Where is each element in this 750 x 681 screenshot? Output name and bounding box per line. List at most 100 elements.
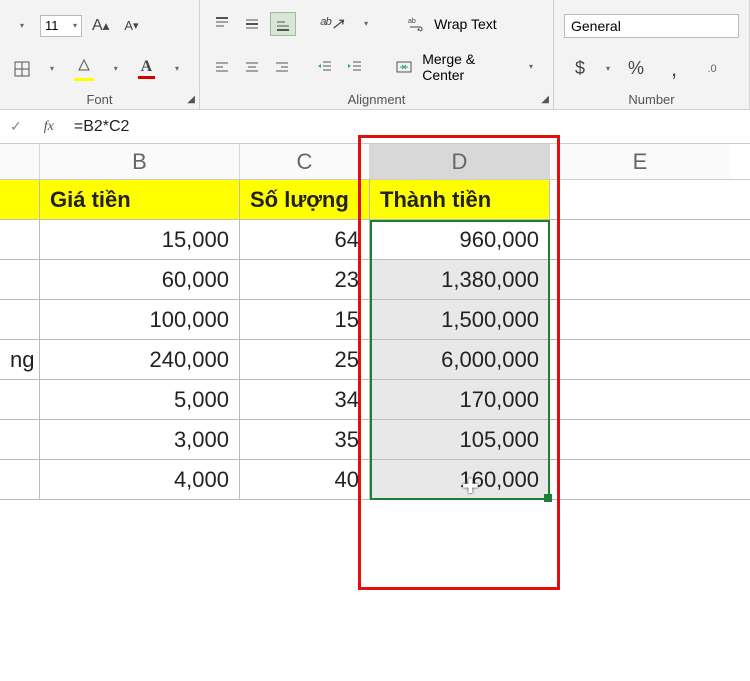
cell-A6[interactable] — [0, 380, 40, 419]
cell-C5[interactable]: 25 — [240, 340, 370, 379]
cell-D3[interactable]: 1,380,000 — [370, 260, 550, 299]
table-row: 100,000 15 1,500,000 — [0, 300, 750, 340]
col-header-A[interactable] — [0, 144, 40, 179]
chevron-down-icon: ▾ — [73, 21, 77, 30]
fx-icon[interactable]: fx — [32, 119, 66, 135]
cell-B6[interactable]: 5,000 — [40, 380, 240, 419]
cell-E3[interactable] — [550, 260, 730, 299]
cell-E4[interactable] — [550, 300, 730, 339]
cell-B5[interactable]: 240,000 — [40, 340, 240, 379]
cell-B1[interactable]: Giá tiền — [40, 180, 240, 219]
svg-text:ab: ab — [408, 18, 416, 25]
orientation-dropdown[interactable]: ▾ — [354, 12, 378, 36]
align-top-button[interactable] — [210, 12, 234, 36]
ribbon-group-number: General $ ▾ % , .0 Number — [554, 0, 750, 109]
align-bottom-button[interactable] — [270, 12, 296, 36]
cell-B8[interactable]: 4,000 — [40, 460, 240, 499]
merge-center-button[interactable] — [392, 55, 416, 79]
cell-E7[interactable] — [550, 420, 730, 459]
fill-color-dropdown[interactable]: ▾ — [104, 57, 128, 81]
cell-D2[interactable]: 960,000 — [370, 220, 550, 259]
font-color-dropdown[interactable]: ▾ — [165, 57, 189, 81]
col-header-D[interactable]: D — [370, 144, 550, 179]
percent-format-button[interactable]: % — [624, 57, 648, 81]
column-headers-row: B C D E — [0, 144, 750, 180]
cell-D8[interactable]: 160,000 — [370, 460, 550, 499]
formula-input[interactable]: =B2*C2 — [66, 118, 750, 136]
col-header-C[interactable]: C — [240, 144, 370, 179]
number-format-dropdown[interactable]: General — [564, 14, 739, 38]
cell-E8[interactable] — [550, 460, 730, 499]
cell-E2[interactable] — [550, 220, 730, 259]
cell-B7[interactable]: 3,000 — [40, 420, 240, 459]
align-right-button[interactable] — [270, 55, 294, 79]
font-size-input[interactable]: 11 ▾ — [40, 15, 82, 37]
cell-D7[interactable]: 105,000 — [370, 420, 550, 459]
cell-A2[interactable] — [0, 220, 40, 259]
align-middle-button[interactable] — [240, 12, 264, 36]
cell-C1[interactable]: Số lượng — [240, 180, 370, 219]
cell-C2[interactable]: 64 — [240, 220, 370, 259]
cell-B2[interactable]: 15,000 — [40, 220, 240, 259]
cancel-formula-button[interactable]: ✓ — [0, 118, 32, 135]
cell-A7[interactable] — [0, 420, 40, 459]
orientation-button[interactable]: ᵃᵇ↗ — [316, 12, 348, 36]
increase-indent-button[interactable] — [343, 55, 367, 79]
cell-D6[interactable]: 170,000 — [370, 380, 550, 419]
cell-B3[interactable]: 60,000 — [40, 260, 240, 299]
group-label-alignment: Alignment — [210, 90, 543, 107]
font-dialog-launcher-icon[interactable]: ◢ — [187, 94, 195, 105]
number-format-value: General — [571, 18, 621, 34]
wrap-text-button[interactable]: ab — [404, 12, 428, 36]
worksheet-grid[interactable]: B C D E Giá tiền Số lượng Thành tiền 15,… — [0, 144, 750, 500]
borders-button[interactable] — [10, 57, 34, 81]
font-color-button[interactable]: A — [134, 57, 159, 81]
font-family-dropdown-arrow[interactable]: ▾ — [10, 14, 34, 38]
cell-D1[interactable]: Thành tiền — [370, 180, 550, 219]
table-row: 3,000 35 105,000 — [0, 420, 750, 460]
cell-A1[interactable] — [0, 180, 40, 219]
borders-dropdown[interactable]: ▾ — [40, 57, 64, 81]
cursor-icon: ✚ — [462, 474, 479, 499]
col-header-B[interactable]: B — [40, 144, 240, 179]
increase-font-size-button[interactable]: A▴ — [88, 14, 113, 38]
cell-E5[interactable] — [550, 340, 730, 379]
cell-C7[interactable]: 35 — [240, 420, 370, 459]
decrease-indent-button[interactable] — [313, 55, 337, 79]
col-header-E[interactable]: E — [550, 144, 730, 179]
increase-decimal-button[interactable]: .0 — [700, 57, 724, 81]
cell-D4[interactable]: 1,500,000 — [370, 300, 550, 339]
cell-E1[interactable] — [550, 180, 730, 219]
cell-C4[interactable]: 15 — [240, 300, 370, 339]
cell-B4[interactable]: 100,000 — [40, 300, 240, 339]
cell-C6[interactable]: 34 — [240, 380, 370, 419]
cell-E6[interactable] — [550, 380, 730, 419]
cell-A4[interactable] — [0, 300, 40, 339]
cell-C3[interactable]: 23 — [240, 260, 370, 299]
table-row: 5,000 34 170,000 — [0, 380, 750, 420]
alignment-dialog-launcher-icon[interactable]: ◢ — [541, 94, 549, 105]
table-row: 60,000 23 1,380,000 — [0, 260, 750, 300]
comma-format-button[interactable]: , — [662, 57, 686, 81]
merge-center-label: Merge & Center — [422, 51, 513, 83]
ribbon: ▾ 11 ▾ A▴ A▾ ▾ ▾ — [0, 0, 750, 110]
decrease-font-size-button[interactable]: A▾ — [119, 14, 143, 38]
wrap-text-label: Wrap Text — [434, 16, 497, 32]
align-center-button[interactable] — [240, 55, 264, 79]
table-header-row: Giá tiền Số lượng Thành tiền — [0, 180, 750, 220]
table-row: ng 240,000 25 6,000,000 — [0, 340, 750, 380]
align-left-button[interactable] — [210, 55, 234, 79]
table-row: 15,000 64 960,000 — [0, 220, 750, 260]
fill-color-button[interactable] — [70, 57, 98, 81]
cell-A8[interactable] — [0, 460, 40, 499]
cell-D5[interactable]: 6,000,000 — [370, 340, 550, 379]
accounting-dropdown[interactable]: ▾ — [606, 64, 610, 73]
cell-A3[interactable] — [0, 260, 40, 299]
font-size-value: 11 — [45, 18, 59, 33]
merge-center-dropdown[interactable]: ▾ — [519, 55, 543, 79]
cell-A5[interactable]: ng — [0, 340, 40, 379]
accounting-format-button[interactable]: $ — [568, 57, 592, 81]
formula-bar: ✓ fx =B2*C2 — [0, 110, 750, 144]
cell-C8[interactable]: 40 — [240, 460, 370, 499]
group-label-font: Font — [10, 90, 189, 107]
